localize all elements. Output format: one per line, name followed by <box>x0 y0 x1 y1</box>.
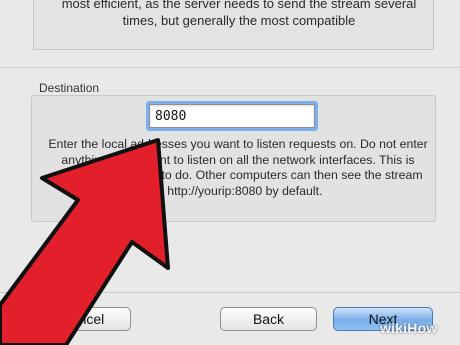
pointer-arrow-icon <box>0 138 170 345</box>
wikihow-watermark: wikiHow <box>380 320 438 336</box>
